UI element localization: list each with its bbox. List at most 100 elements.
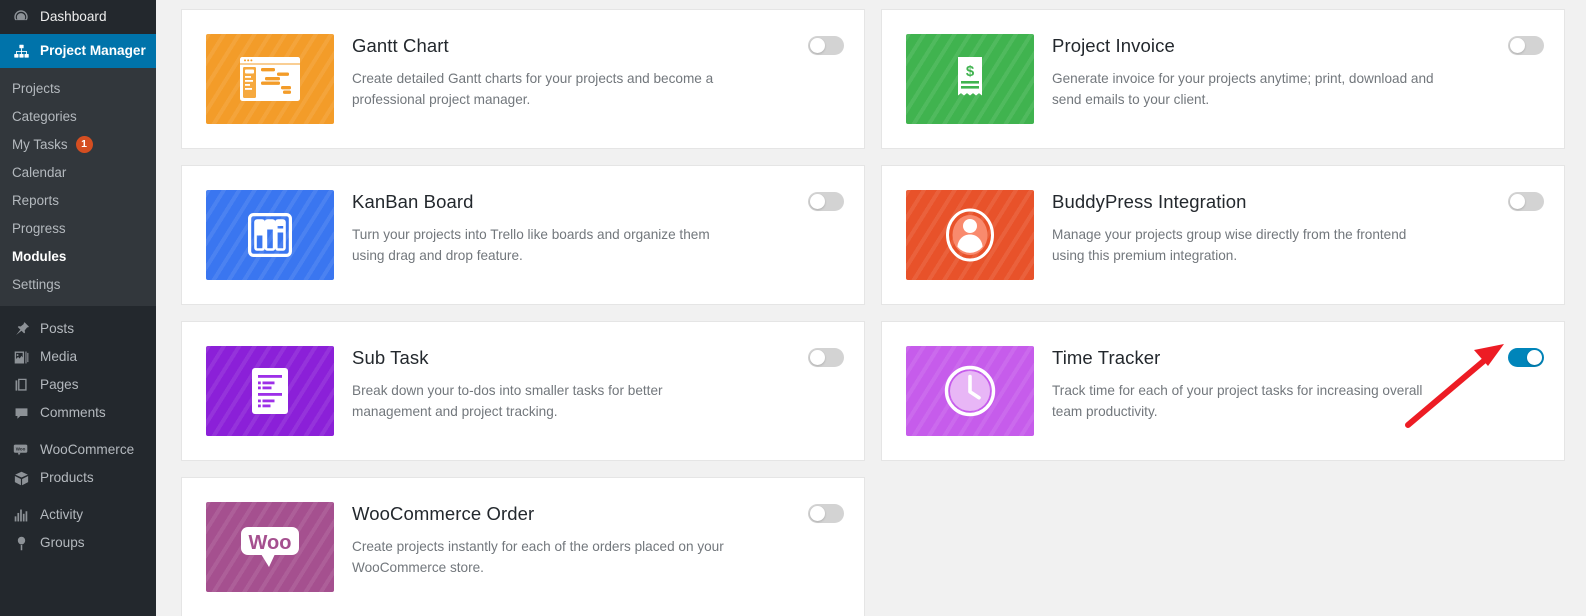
svg-text:Woo: Woo: [249, 532, 292, 554]
sidebar-item-label: WooCommerce: [40, 443, 134, 457]
sub-task-toggle[interactable]: [808, 348, 844, 367]
sidebar-item-label: Pages: [40, 378, 79, 392]
sidebar-item-label: Comments: [40, 406, 106, 420]
module-description: Turn your projects into Trello like boar…: [352, 224, 742, 266]
module-card-sub-task[interactable]: Sub Task Break down your to-dos into sma…: [181, 321, 865, 461]
module-info: Gantt Chart Create detailed Gantt charts…: [334, 34, 842, 110]
woocommerce-order-toggle[interactable]: [808, 504, 844, 523]
sidebar-item-posts[interactable]: Posts: [0, 315, 156, 343]
product-icon: [11, 468, 31, 488]
modules-page: Gantt Chart Create detailed Gantt charts…: [156, 0, 1586, 616]
toggle-knob: [1510, 38, 1525, 53]
sidebar-item-calendar[interactable]: Calendar: [0, 158, 156, 186]
module-card-project-invoice[interactable]: $ Project Invoice Generate invoice for y…: [881, 9, 1565, 149]
submenu-label: Projects: [12, 81, 60, 96]
svg-text:Woo: Woo: [16, 446, 26, 451]
woo-icon: Woo: [11, 440, 31, 460]
sidebar-item-groups[interactable]: Groups: [0, 529, 156, 557]
module-thumbnail: $: [906, 34, 1034, 124]
submenu-label: Reports: [12, 193, 59, 208]
toggle-knob: [1527, 350, 1542, 365]
module-title: KanBan Board: [352, 191, 842, 213]
sidebar-item-reports[interactable]: Reports: [0, 186, 156, 214]
gantt-chart-icon: [239, 56, 301, 102]
module-info: WooCommerce Order Create projects instan…: [334, 502, 842, 578]
pin-icon: [11, 319, 31, 339]
sidebar-item-label: Posts: [40, 322, 74, 336]
sidebar-item-modules[interactable]: Modules: [0, 242, 156, 270]
sidebar-item-label: Products: [40, 471, 94, 485]
kanban-board-toggle[interactable]: [808, 192, 844, 211]
toggle-knob: [810, 194, 825, 209]
module-card-gantt-chart[interactable]: Gantt Chart Create detailed Gantt charts…: [181, 9, 865, 149]
kanban-columns-icon: [248, 213, 292, 257]
sidebar-item-dashboard[interactable]: Dashboard: [0, 0, 156, 34]
svg-text:$: $: [966, 63, 975, 80]
module-thumbnail: [906, 190, 1034, 280]
project-manager-submenu: Projects Categories My Tasks 1 Calendar …: [0, 68, 156, 306]
sidebar-item-media[interactable]: Media: [0, 343, 156, 371]
sidebar-item-label: Activity: [40, 508, 83, 522]
sidebar-item-products[interactable]: Products: [0, 464, 156, 492]
sidebar-item-woocommerce[interactable]: Woo WooCommerce: [0, 436, 156, 464]
sidebar-item-activity[interactable]: Activity: [0, 501, 156, 529]
buddypress-integration-toggle[interactable]: [1508, 192, 1544, 211]
module-info: BuddyPress Integration Manage your proje…: [1034, 190, 1542, 266]
toggle-knob: [810, 350, 825, 365]
module-info: Time Tracker Track time for each of your…: [1034, 346, 1542, 422]
module-title: BuddyPress Integration: [1052, 191, 1542, 213]
module-description: Manage your projects group wise directly…: [1052, 224, 1442, 266]
module-card-buddypress-integration[interactable]: BuddyPress Integration Manage your proje…: [881, 165, 1565, 305]
woo-bubble-icon: Woo: [239, 524, 301, 570]
comment-icon: [11, 403, 31, 423]
sidebar-divider: [0, 492, 156, 501]
sidebar-item-my-tasks[interactable]: My Tasks 1: [0, 130, 156, 158]
user-circle-icon: [945, 208, 995, 262]
sidebar-item-projects[interactable]: Projects: [0, 74, 156, 102]
sidebar-item-pages[interactable]: Pages: [0, 371, 156, 399]
sidebar-item-settings[interactable]: Settings: [0, 270, 156, 298]
module-title: WooCommerce Order: [352, 503, 842, 525]
admin-sidebar: Dashboard Project Ma: [0, 0, 156, 616]
submenu-label: Calendar: [12, 165, 66, 180]
module-toggle-container: [1508, 36, 1544, 55]
module-description: Create detailed Gantt charts for your pr…: [352, 68, 742, 110]
sidebar-item-comments[interactable]: Comments: [0, 399, 156, 427]
clock-icon: [944, 365, 996, 417]
project-invoice-toggle[interactable]: [1508, 36, 1544, 55]
pages-icon: [11, 375, 31, 395]
module-card-kanban-board[interactable]: KanBan Board Turn your projects into Tre…: [181, 165, 865, 305]
module-card-time-tracker[interactable]: Time Tracker Track time for each of your…: [881, 321, 1565, 461]
module-thumbnail: Woo: [206, 502, 334, 592]
module-toggle-container: [1508, 348, 1544, 367]
invoice-receipt-icon: $: [952, 55, 988, 103]
module-description: Create projects instantly for each of th…: [352, 536, 742, 578]
module-toggle-container: [808, 348, 844, 367]
sidebar-divider: [0, 306, 156, 315]
toggle-knob: [810, 38, 825, 53]
sidebar-item-label: Dashboard: [40, 10, 107, 24]
module-title: Sub Task: [352, 347, 842, 369]
module-thumbnail: [906, 346, 1034, 436]
sidebar-item-categories[interactable]: Categories: [0, 102, 156, 130]
module-card-woocommerce-order[interactable]: Woo WooCommerce Order Create projects in…: [181, 477, 865, 616]
module-info: KanBan Board Turn your projects into Tre…: [334, 190, 842, 266]
submenu-label: My Tasks: [12, 137, 68, 152]
media-icon: [11, 347, 31, 367]
submenu-label: Categories: [12, 109, 77, 124]
toggle-knob: [1510, 194, 1525, 209]
sidebar-item-progress[interactable]: Progress: [0, 214, 156, 242]
document-list-icon: [251, 367, 289, 415]
activity-icon: [11, 505, 31, 525]
module-thumbnail: [206, 346, 334, 436]
module-description: Generate invoice for your projects anyti…: [1052, 68, 1442, 110]
sidebar-item-project-manager[interactable]: Project Manager: [0, 34, 156, 68]
submenu-label: Settings: [12, 277, 60, 292]
sidebar-content-group: Posts Media: [0, 315, 156, 427]
module-description: Track time for each of your project task…: [1052, 380, 1442, 422]
submenu-label: Progress: [12, 221, 66, 236]
admin-screen: Dashboard Project Ma: [0, 0, 1586, 616]
submenu-label: Modules: [12, 249, 66, 264]
gantt-chart-toggle[interactable]: [808, 36, 844, 55]
time-tracker-toggle[interactable]: [1508, 348, 1544, 367]
